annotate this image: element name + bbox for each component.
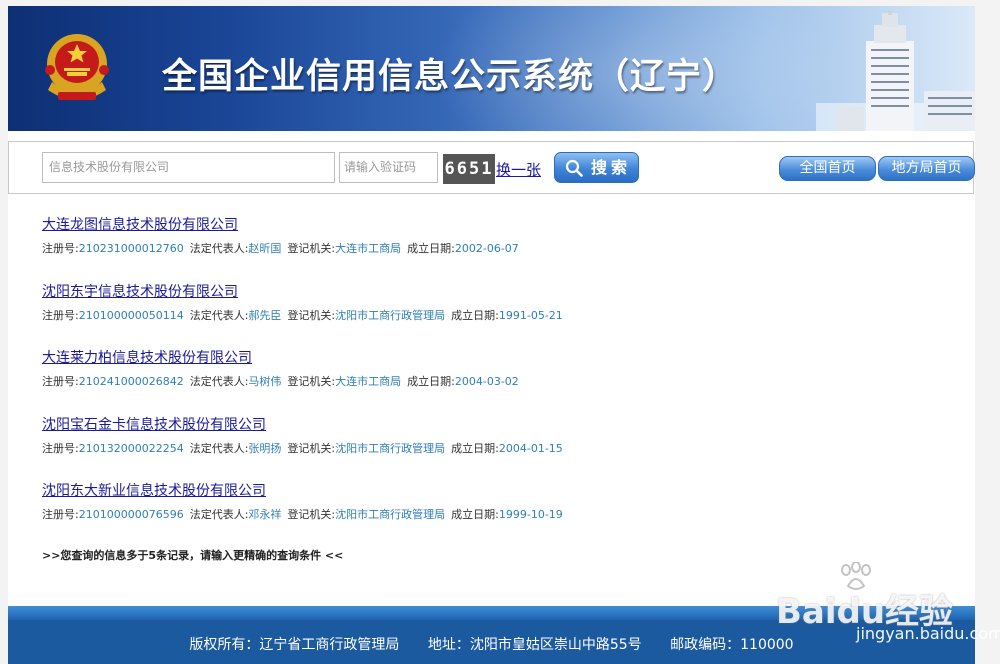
page-title: 全国企业信用信息公示系统（辽宁） xyxy=(162,57,739,97)
watermark-url: jingyan.baidu.com xyxy=(856,624,1000,643)
captcha-input[interactable]: 请输入验证码 xyxy=(339,152,438,183)
authority-value: 沈阳市工商行政管理局 xyxy=(335,441,446,455)
company-link[interactable]: 沈阳东宇信息技术股份有限公司 xyxy=(42,282,238,302)
reg-no-value: 210241000026842 xyxy=(78,375,184,388)
national-emblem-icon xyxy=(45,34,109,100)
legal-rep-value: 马树伟 xyxy=(248,375,282,388)
reg-no-value: 210100000050114 xyxy=(78,308,184,322)
founded-label: 成立日期: xyxy=(407,375,455,388)
authority-value: 大连市工商局 xyxy=(335,375,402,388)
results-list: 大连龙图信息技术股份有限公司 注册号:210231000012760 法定代表人:… xyxy=(42,214,942,547)
founded-value: 1999-10-19 xyxy=(498,508,563,521)
reg-no-value: 210132000022254 xyxy=(78,441,184,455)
reg-no-label: 注册号: xyxy=(42,308,79,322)
authority-label: 登记机关: xyxy=(287,242,336,255)
company-link[interactable]: 大连莱力柏信息技术股份有限公司 xyxy=(42,348,252,368)
founded-value: 2004-03-02 xyxy=(454,375,519,388)
legal-rep-label: 法定代表人: xyxy=(189,375,249,388)
founded-label: 成立日期: xyxy=(407,242,455,255)
legal-rep-value: 张明扬 xyxy=(248,441,282,455)
footer-address: 地址：沈阳市皇姑区崇山中路55号 xyxy=(427,637,642,653)
result-item: 沈阳东大新业信息技术股份有限公司 注册号:210100000076596 法定代表… xyxy=(42,480,942,547)
result-item: 沈阳宝石金卡信息技术股份有限公司 注册号:210132000022254 法定代表… xyxy=(42,414,942,481)
founded-value: 1991-05-21 xyxy=(498,308,563,322)
result-item: 大连莱力柏信息技术股份有限公司 注册号:210241000026842 法定代表人… xyxy=(42,347,942,414)
founded-label: 成立日期: xyxy=(451,508,499,521)
result-meta: 注册号:210231000012760 法定代表人:赵昕国 登记机关:大连市工商局成… xyxy=(42,242,942,256)
authority-label: 登记机关: xyxy=(287,375,336,388)
page-background: 全国企业信用信息公示系统（辽宁） 信息技术股份有限公司 请输入验证码 6651 … xyxy=(0,0,1000,664)
company-link[interactable]: 大连龙图信息技术股份有限公司 xyxy=(42,215,238,235)
legal-rep-label: 法定代表人: xyxy=(189,242,249,255)
authority-label: 登记机关: xyxy=(287,308,336,322)
legal-rep-label: 法定代表人: xyxy=(189,308,249,322)
reg-no-label: 注册号: xyxy=(42,441,79,455)
search-button[interactable]: 搜索 xyxy=(554,152,639,183)
reg-no-value: 210231000012760 xyxy=(78,242,184,255)
result-meta: 注册号:210100000050114 法定代表人:郝先臣 登记机关:沈阳市工商行政… xyxy=(42,309,942,323)
legal-rep-value: 邓永祥 xyxy=(248,508,282,521)
reg-no-label: 注册号: xyxy=(42,242,79,255)
founded-label: 成立日期: xyxy=(451,441,499,455)
authority-label: 登记机关: xyxy=(287,441,336,455)
legal-rep-label: 法定代表人: xyxy=(189,508,249,521)
local-home-button[interactable]: 地方局首页 xyxy=(878,156,975,181)
captcha-image: 6651 xyxy=(443,154,495,184)
page-frame: 全国企业信用信息公示系统（辽宁） 信息技术股份有限公司 请输入验证码 6651 … xyxy=(8,6,1000,664)
company-link[interactable]: 沈阳宝石金卡信息技术股份有限公司 xyxy=(42,415,266,435)
result-item: 大连龙图信息技术股份有限公司 注册号:210231000012760 法定代表人:… xyxy=(42,214,942,281)
search-bar: 信息技术股份有限公司 请输入验证码 6651 换一张 搜索 全国首页 地方局首页 xyxy=(8,141,975,194)
founded-value: 2004-01-15 xyxy=(498,441,563,455)
result-meta: 注册号:210241000026842 法定代表人:马树伟 登记机关:大连市工商局成… xyxy=(42,375,942,389)
result-meta: 注册号:210100000076596 法定代表人:邓永祥 登记机关:沈阳市工商行政… xyxy=(42,508,942,522)
building-icon xyxy=(816,11,975,131)
refresh-captcha-link[interactable]: 换一张 xyxy=(496,159,541,180)
authority-value: 沈阳市工商行政管理局 xyxy=(335,508,446,521)
result-limit-notice: >>您查询的信息多于5条记录，请输入更精确的查询条件 << xyxy=(42,549,344,562)
legal-rep-value: 赵昕国 xyxy=(248,242,282,255)
keyword-search-input[interactable]: 信息技术股份有限公司 xyxy=(42,152,335,183)
authority-label: 登记机关: xyxy=(287,508,336,521)
result-meta: 注册号:210132000022254 法定代表人:张明扬 登记机关:沈阳市工商行政… xyxy=(42,442,942,456)
reg-no-label: 注册号: xyxy=(42,508,79,521)
national-home-button[interactable]: 全国首页 xyxy=(779,156,876,181)
footer-copyright: 版权所有：辽宁省工商行政管理局 xyxy=(189,637,400,653)
baidu-watermark: Baidu经验 jingyan.baidu.com xyxy=(770,562,1000,652)
company-link[interactable]: 沈阳东大新业信息技术股份有限公司 xyxy=(42,481,266,501)
search-button-label: 搜索 xyxy=(591,158,632,177)
founded-label: 成立日期: xyxy=(451,308,499,322)
legal-rep-value: 郝先臣 xyxy=(248,308,282,322)
result-item: 沈阳东宇信息技术股份有限公司 注册号:210100000050114 法定代表人:… xyxy=(42,281,942,348)
search-icon xyxy=(565,159,583,177)
legal-rep-label: 法定代表人: xyxy=(189,441,249,455)
authority-value: 沈阳市工商行政管理局 xyxy=(335,308,446,322)
founded-value: 2002-06-07 xyxy=(454,242,519,255)
header-banner: 全国企业信用信息公示系统（辽宁） xyxy=(8,6,975,131)
reg-no-value: 210100000076596 xyxy=(78,508,184,521)
reg-no-label: 注册号: xyxy=(42,375,79,388)
authority-value: 大连市工商局 xyxy=(335,242,402,255)
